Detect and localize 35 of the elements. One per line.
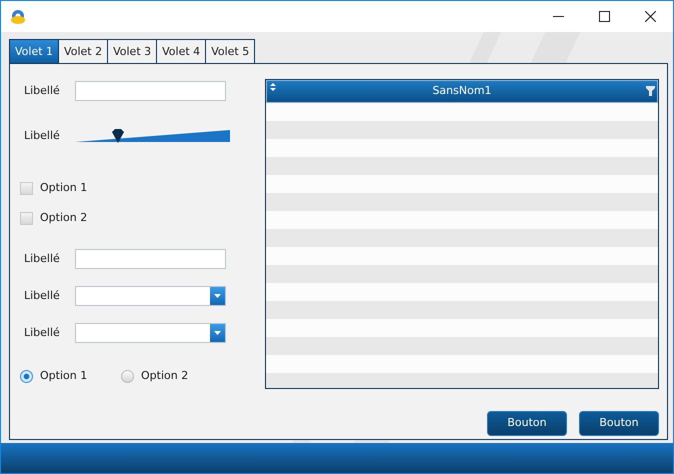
action-button[interactable]: Bouton	[487, 411, 567, 436]
field-label: Libellé	[23, 288, 61, 304]
checkbox[interactable]	[20, 212, 33, 224]
minimize-icon[interactable]	[552, 16, 564, 17]
close-icon[interactable]	[644, 11, 656, 22]
action-button[interactable]: Bouton	[579, 411, 659, 436]
field-label: Libellé	[23, 82, 61, 99]
slider[interactable]	[75, 129, 230, 143]
tab[interactable]: Volet 2	[59, 39, 108, 63]
field-label: Libellé	[23, 128, 61, 144]
column-header[interactable]: SansNom1	[266, 80, 658, 103]
radio-label: Option 1	[40, 368, 88, 384]
checkbox-label: Option 1	[40, 180, 88, 196]
tab[interactable]: Volet 5	[206, 39, 256, 63]
sort-icon[interactable]	[270, 83, 276, 91]
radio-label: Option 2	[141, 368, 188, 384]
dropdown-arrow-icon	[214, 294, 221, 298]
text-field[interactable]	[75, 249, 226, 269]
checkbox[interactable]	[20, 182, 33, 194]
field-label: Libellé	[23, 250, 61, 267]
slider-thumb[interactable]	[111, 128, 126, 142]
radio-button[interactable]	[121, 370, 134, 382]
tab[interactable]: Volet 4	[157, 39, 206, 63]
field-label: Libellé	[23, 324, 61, 341]
checkbox-label: Option 2	[40, 210, 88, 226]
tab[interactable]: Volet 1	[9, 39, 60, 63]
maximize-icon[interactable]	[598, 11, 610, 22]
dropdown[interactable]	[75, 323, 226, 343]
app-icon	[9, 8, 27, 26]
text-field[interactable]	[75, 81, 226, 101]
dropdown-arrow-icon	[214, 331, 221, 335]
filter-icon[interactable]	[646, 86, 655, 96]
radio-button[interactable]	[20, 370, 33, 382]
dropdown[interactable]	[75, 286, 226, 306]
tab[interactable]: Volet 3	[108, 39, 158, 63]
